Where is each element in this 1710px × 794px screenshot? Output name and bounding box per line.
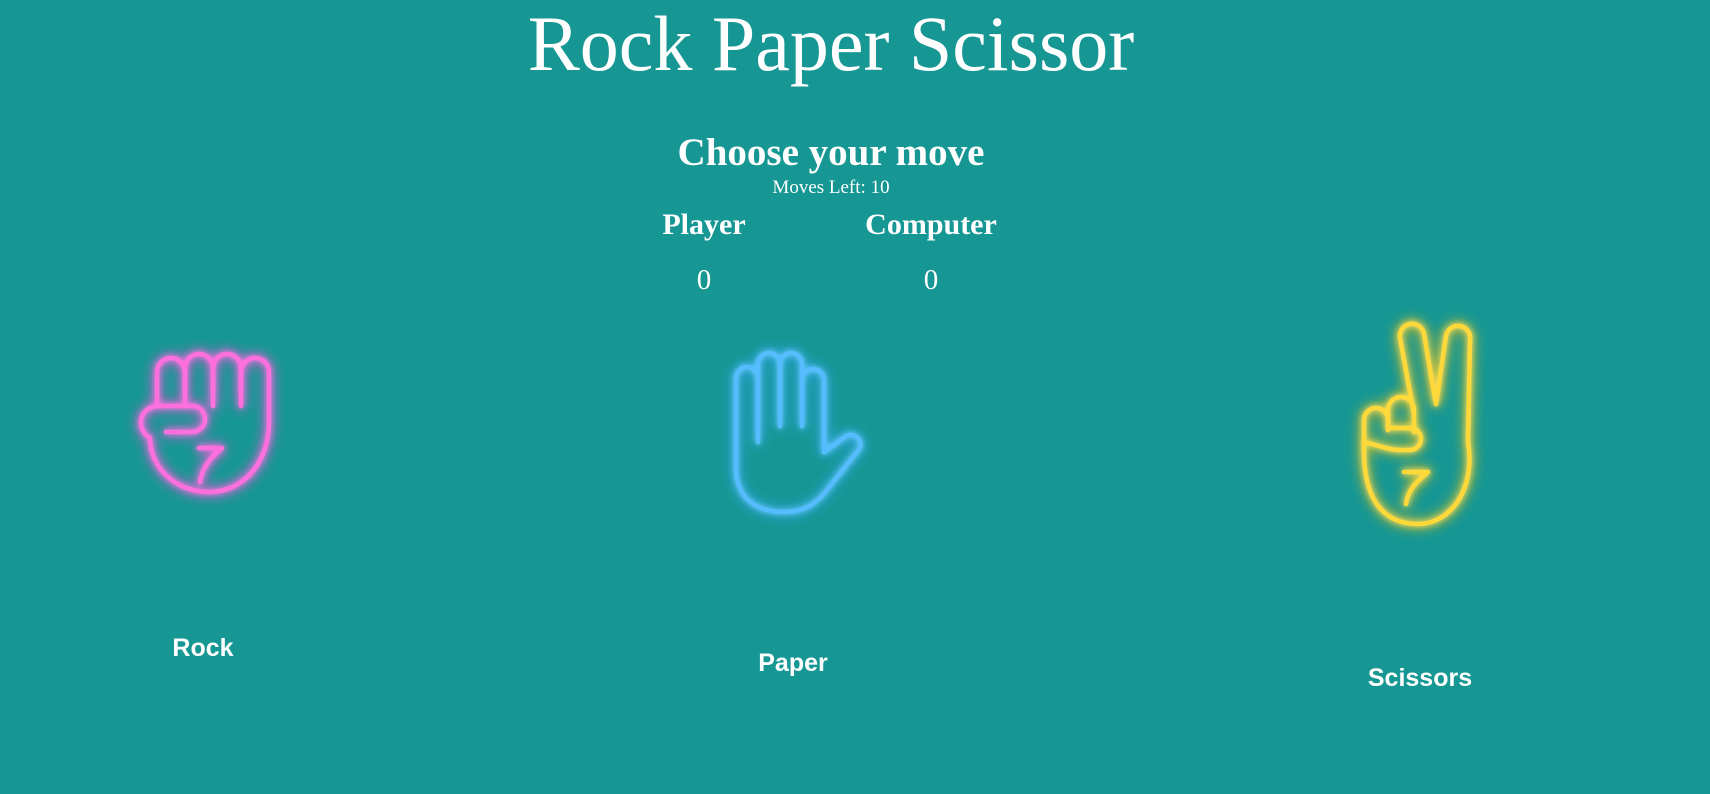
rock-label[interactable]: Rock bbox=[83, 633, 323, 663]
player-score-label: Player bbox=[662, 208, 746, 241]
computer-score-label: Computer bbox=[865, 208, 997, 241]
fist-icon bbox=[138, 351, 272, 495]
game-title: Rock Paper Scissor bbox=[527, 0, 1135, 87]
rock-choice-button[interactable] bbox=[130, 348, 272, 496]
peace-hand-icon bbox=[1361, 321, 1473, 527]
paper-label[interactable]: Paper bbox=[673, 648, 913, 678]
moves-left-counter: Moves Left: 10 bbox=[772, 177, 890, 198]
computer-score-value: 0 bbox=[923, 264, 939, 296]
scissors-label[interactable]: Scissors bbox=[1300, 663, 1540, 693]
paper-choice-button[interactable] bbox=[730, 350, 870, 516]
scissors-choice-button[interactable] bbox=[1350, 321, 1490, 528]
move-prompt: Choose your move bbox=[677, 131, 985, 174]
player-score-value: 0 bbox=[696, 264, 712, 296]
open-hand-icon bbox=[733, 350, 863, 515]
